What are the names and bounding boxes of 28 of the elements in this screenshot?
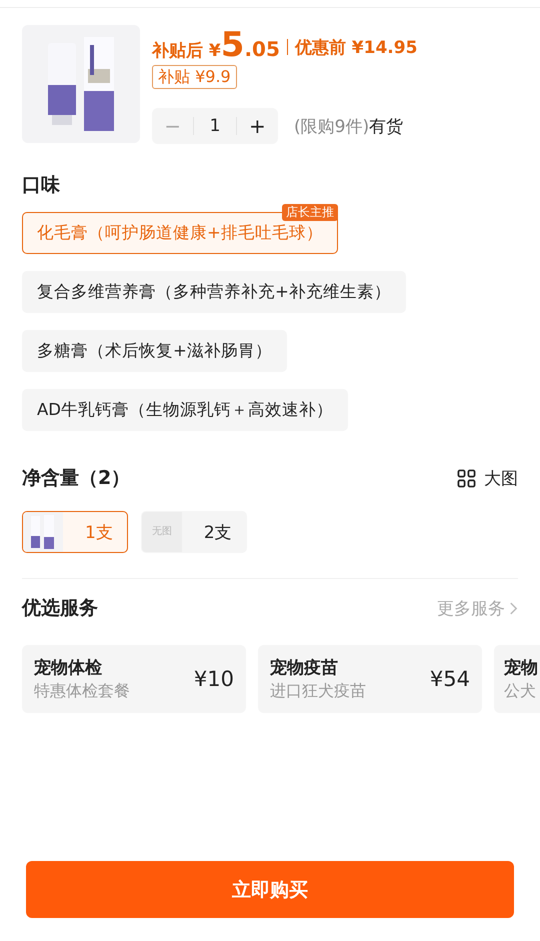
service-description: 公犬 bbox=[504, 681, 537, 702]
service-name: 宠物体检 bbox=[34, 657, 103, 679]
service-card[interactable]: 宠物体检 特惠体检套餐 ¥10 bbox=[22, 645, 246, 713]
service-card[interactable]: 宠物疫苗 进口狂犬疫苗 ¥54 bbox=[258, 645, 482, 713]
subsidy-tag: 补贴 ¥9.9 bbox=[152, 65, 237, 89]
section-title: 口味 bbox=[21, 173, 61, 198]
chevron-right-icon bbox=[509, 600, 518, 616]
recommend-badge: 店长主推 bbox=[282, 204, 338, 221]
section-title: 净含量（2） bbox=[22, 466, 130, 491]
large-view-button[interactable]: 大图 bbox=[457, 466, 518, 490]
service-name: 宠物疫苗 bbox=[270, 657, 339, 679]
subsidy-price: 补贴后 ¥5.05 bbox=[152, 25, 280, 65]
service-price: ¥54 bbox=[430, 667, 470, 691]
service-card[interactable]: 宠物 公犬 bbox=[494, 645, 540, 713]
service-price: ¥10 bbox=[194, 667, 234, 691]
service-description: 特惠体检套餐 bbox=[34, 681, 130, 702]
grid-icon bbox=[457, 468, 476, 488]
flavor-option[interactable]: 复合多维营养膏（多种营养补充+补充维生素） bbox=[22, 271, 406, 313]
quantity-value[interactable]: 1 bbox=[193, 117, 237, 135]
stock-status: 有货 bbox=[369, 116, 404, 138]
section-title: 优选服务 bbox=[22, 596, 98, 621]
purchase-limit: (限购9件) bbox=[294, 116, 370, 138]
service-description: 进口狂犬疫苗 bbox=[270, 681, 366, 702]
original-price: 优惠前 ¥14.95 bbox=[294, 36, 418, 58]
flavor-option[interactable]: 多糖膏（术后恢复+滋补肠胃） bbox=[22, 330, 287, 372]
service-name: 宠物 bbox=[504, 657, 538, 679]
flavor-option[interactable]: AD牛乳钙膏（生物源乳钙＋高效速补） bbox=[22, 389, 348, 431]
plus-button[interactable]: + bbox=[236, 108, 278, 144]
